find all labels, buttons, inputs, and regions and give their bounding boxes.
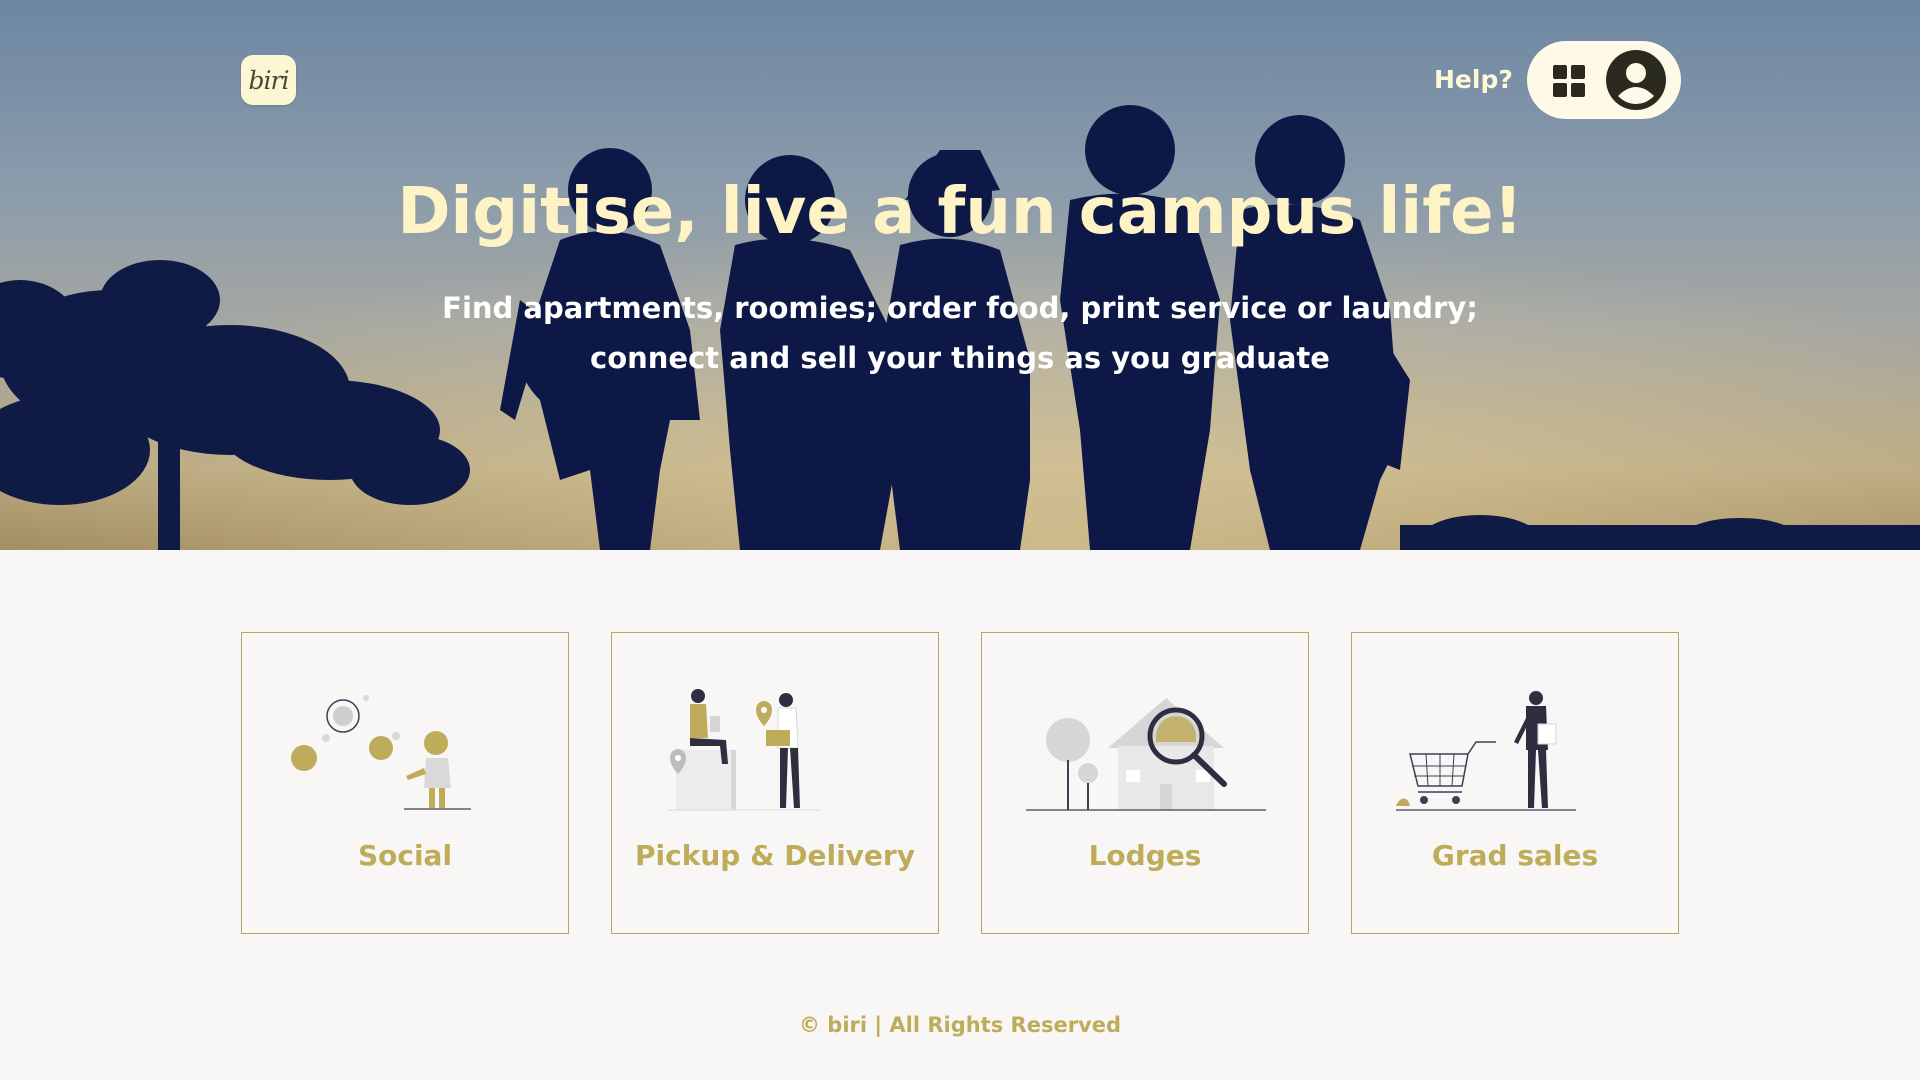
logo-text: biri — [248, 65, 290, 95]
help-link[interactable]: Help? — [1434, 65, 1513, 94]
hero-title: Digitise, live a fun campus life! — [397, 175, 1523, 249]
house-search-illustration-icon — [1026, 698, 1266, 811]
social-illustration-icon — [291, 695, 471, 810]
card-label: Social — [357, 839, 453, 872]
user-avatar-icon[interactable] — [1606, 50, 1666, 110]
delivery-illustration-icon — [668, 689, 821, 811]
footer-copyright: © biri | All Rights Reserved — [798, 1013, 1122, 1037]
card-grad-sales[interactable]: Grad sales — [1351, 632, 1679, 934]
hero-banner: biri Help? Digitise, live a fun campus l… — [0, 0, 1920, 550]
card-label: Pickup & Delivery — [635, 839, 915, 872]
apps-grid-icon[interactable] — [1553, 65, 1585, 97]
hero-subtitle: Find apartments, roomies; order food, pr… — [442, 291, 1478, 375]
card-label: Lodges — [1088, 839, 1202, 872]
shopping-cart-illustration-icon — [1396, 691, 1576, 811]
card-lodges[interactable]: Lodges — [981, 632, 1309, 934]
card-pickup-delivery[interactable]: Pickup & Delivery — [611, 632, 939, 934]
biri-logo[interactable]: biri — [241, 55, 296, 105]
card-label: Grad sales — [1431, 839, 1599, 872]
user-nav-pill — [1527, 41, 1681, 119]
service-cards: Social Pickup & Delivery Lodges Grad sal… — [241, 632, 1681, 936]
card-social[interactable]: Social — [241, 632, 569, 934]
